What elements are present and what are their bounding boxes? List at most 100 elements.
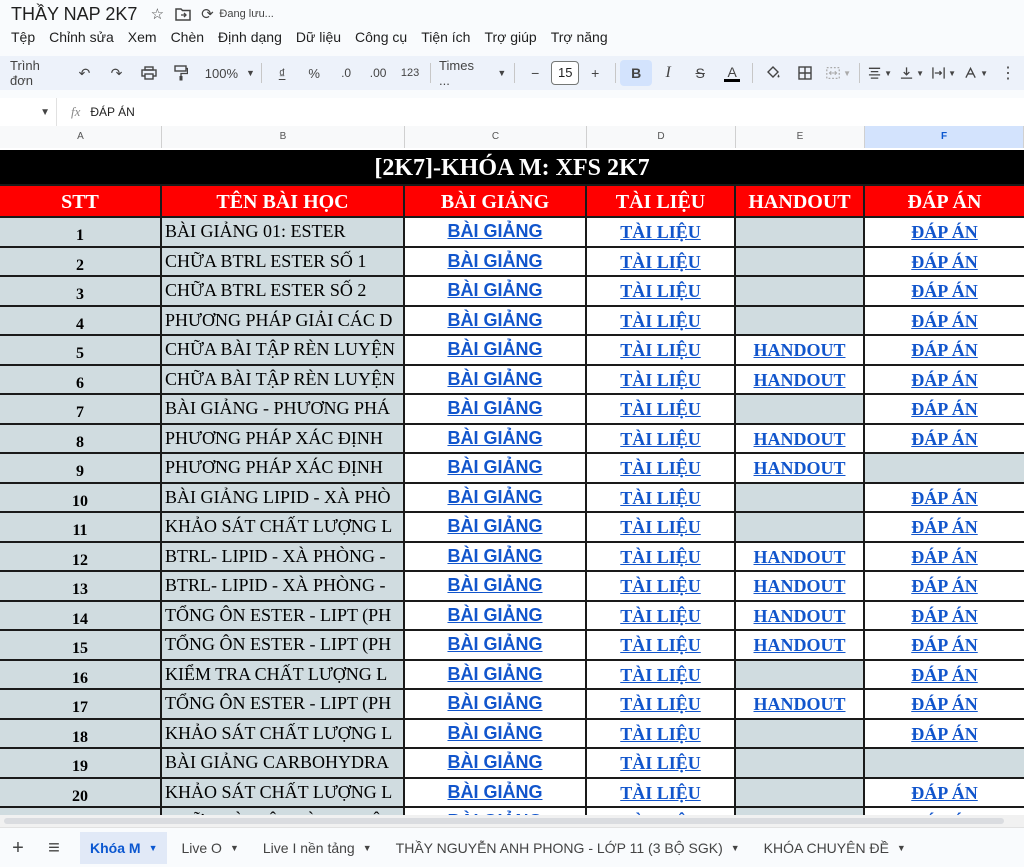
header-title[interactable]: TÊN BÀI HỌC (162, 186, 405, 218)
move-folder-icon[interactable] (173, 4, 193, 24)
empty-handout-cell[interactable] (736, 660, 865, 690)
lecture-link[interactable]: BÀI GIẢNG (405, 277, 587, 307)
percent-format-button[interactable]: % (298, 60, 330, 86)
empty-handout-cell[interactable] (736, 306, 865, 336)
docs-link[interactable]: TÀI LIỆU (587, 247, 736, 277)
handout-link[interactable]: HANDOUT (736, 365, 865, 395)
docs-link[interactable]: TÀI LIỆU (587, 306, 736, 336)
header-answer[interactable]: ĐÁP ÁN (865, 186, 1024, 218)
empty-handout-cell[interactable] (736, 513, 865, 543)
lesson-title-cell[interactable]: BÀI GIẢNG CARBOHYDRA (162, 749, 405, 779)
handout-link[interactable]: HANDOUT (736, 542, 865, 572)
lesson-title-cell[interactable]: KHẢO SÁT CHẤT LƯỢNG L (162, 778, 405, 808)
answer-link[interactable]: ĐÁP ÁN (865, 690, 1024, 720)
bold-button[interactable]: B (620, 60, 653, 86)
print-icon[interactable] (133, 60, 165, 86)
column-header-d[interactable]: D (587, 126, 736, 148)
docs-link[interactable]: TÀI LIỆU (587, 513, 736, 543)
lesson-title-cell[interactable]: BTRL- LIPID - XÀ PHÒNG - (162, 572, 405, 602)
chevron-down-icon[interactable]: ▼ (731, 843, 740, 853)
lecture-link[interactable]: BÀI GIẢNG (405, 542, 587, 572)
horizontal-align-icon[interactable]: ▼ (864, 60, 896, 86)
decrease-font-size-icon[interactable]: − (519, 60, 551, 86)
answer-link[interactable]: ĐÁP ÁN (865, 483, 1024, 513)
lesson-title-cell[interactable]: PHƯƠNG PHÁP GIẢI CÁC D (162, 306, 405, 336)
menu-item[interactable]: Dữ liệu (289, 29, 348, 45)
docs-link[interactable]: TÀI LIỆU (587, 690, 736, 720)
answer-link[interactable]: ĐÁP ÁN (865, 277, 1024, 307)
answer-link[interactable]: ĐÁP ÁN (865, 601, 1024, 631)
docs-link[interactable]: TÀI LIỆU (587, 719, 736, 749)
sheet-tab[interactable]: Khóa M ▼ (80, 832, 168, 864)
answer-link[interactable]: ĐÁP ÁN (865, 778, 1024, 808)
column-header-a[interactable]: A (0, 126, 162, 148)
docs-link[interactable]: TÀI LIỆU (587, 483, 736, 513)
redo-icon[interactable]: ↷ (101, 60, 133, 86)
lesson-title-cell[interactable]: TỔNG ÔN ESTER - LIPT (PH (162, 690, 405, 720)
handout-link[interactable]: HANDOUT (736, 454, 865, 484)
empty-handout-cell[interactable] (736, 395, 865, 425)
lesson-title-cell[interactable]: PHƯƠNG PHÁP XÁC ĐỊNH (162, 424, 405, 454)
lecture-link[interactable]: BÀI GIẢNG (405, 483, 587, 513)
lecture-link[interactable]: BÀI GIẢNG (405, 424, 587, 454)
sheet-tab[interactable]: Live I nền tảng ▼ (253, 832, 382, 864)
answer-link[interactable]: ĐÁP ÁN (865, 542, 1024, 572)
answer-link[interactable]: ĐÁP ÁN (865, 336, 1024, 366)
more-options-icon[interactable]: ⋮ (992, 60, 1024, 86)
docs-link[interactable]: TÀI LIỆU (587, 395, 736, 425)
menu-item[interactable]: Tệp (4, 29, 42, 45)
menu-item[interactable]: Định dạng (211, 29, 289, 45)
empty-handout-cell[interactable] (736, 218, 865, 248)
increase-font-size-icon[interactable]: + (579, 60, 611, 86)
stt-cell[interactable]: 4 (0, 306, 162, 336)
column-header-c[interactable]: C (405, 126, 587, 148)
text-rotation-icon[interactable]: ▼ (960, 60, 992, 86)
stt-cell[interactable]: 9 (0, 454, 162, 484)
stt-cell[interactable]: 20 (0, 778, 162, 808)
lecture-link[interactable]: BÀI GIẢNG (405, 778, 587, 808)
menu-item[interactable]: Trợ giúp (477, 29, 543, 45)
formula-input[interactable]: ĐÁP ÁN (90, 105, 134, 119)
vertical-align-icon[interactable]: ▼ (896, 60, 928, 86)
docs-link[interactable]: TÀI LIỆU (587, 660, 736, 690)
star-icon[interactable]: ☆ (147, 4, 167, 24)
stt-cell[interactable]: 2 (0, 247, 162, 277)
lesson-title-cell[interactable]: BÀI GIẢNG - PHƯƠNG PHÁ (162, 395, 405, 425)
stt-cell[interactable]: 14 (0, 601, 162, 631)
lecture-link[interactable]: BÀI GIẢNG (405, 454, 587, 484)
handout-link[interactable]: HANDOUT (736, 631, 865, 661)
menu-item[interactable]: Chỉnh sửa (42, 29, 121, 45)
chevron-down-icon[interactable]: ▼ (230, 843, 239, 853)
docs-link[interactable]: TÀI LIỆU (587, 424, 736, 454)
docs-link[interactable]: TÀI LIỆU (587, 572, 736, 602)
answer-link[interactable]: ĐÁP ÁN (865, 660, 1024, 690)
answer-link[interactable]: ĐÁP ÁN (865, 719, 1024, 749)
header-handout[interactable]: HANDOUT (736, 186, 865, 218)
chevron-down-icon[interactable]: ▼ (149, 843, 158, 853)
docs-link[interactable]: TÀI LIỆU (587, 454, 736, 484)
docs-link[interactable]: TÀI LIỆU (587, 808, 736, 815)
docs-link[interactable]: TÀI LIỆU (587, 277, 736, 307)
scrollbar-thumb[interactable] (4, 818, 1004, 824)
empty-handout-cell[interactable] (736, 778, 865, 808)
header-stt[interactable]: STT (0, 186, 162, 218)
answer-link[interactable]: ĐÁP ÁN (865, 572, 1024, 602)
answer-link[interactable]: ĐÁP ÁN (865, 365, 1024, 395)
lesson-title-cell[interactable]: TỔNG ÔN ESTER - LIPT (PH (162, 601, 405, 631)
answer-link[interactable]: ĐÁP ÁN (865, 306, 1024, 336)
sheet-tab[interactable]: KHÓA CHUYÊN ĐỀ ▼ (754, 832, 916, 864)
header-lecture[interactable]: BÀI GIẢNG (405, 186, 587, 218)
lesson-title-cell[interactable]: BÀI GIẢNG 01: ESTER (162, 218, 405, 248)
stt-cell[interactable]: 21 (0, 808, 162, 815)
menu-item[interactable]: Tiện ích (414, 29, 477, 45)
stt-cell[interactable]: 11 (0, 513, 162, 543)
decrease-decimal-button[interactable]: .0 (330, 60, 362, 86)
stt-cell[interactable]: 6 (0, 365, 162, 395)
lecture-link[interactable]: BÀI GIẢNG (405, 572, 587, 602)
docs-link[interactable]: TÀI LIỆU (587, 749, 736, 779)
stt-cell[interactable]: 18 (0, 719, 162, 749)
answer-link[interactable]: ĐÁP ÁN (865, 424, 1024, 454)
text-color-button[interactable]: A (716, 60, 748, 86)
currency-format-button[interactable]: ₫ (266, 60, 298, 86)
menu-item[interactable]: Xem (121, 29, 164, 45)
